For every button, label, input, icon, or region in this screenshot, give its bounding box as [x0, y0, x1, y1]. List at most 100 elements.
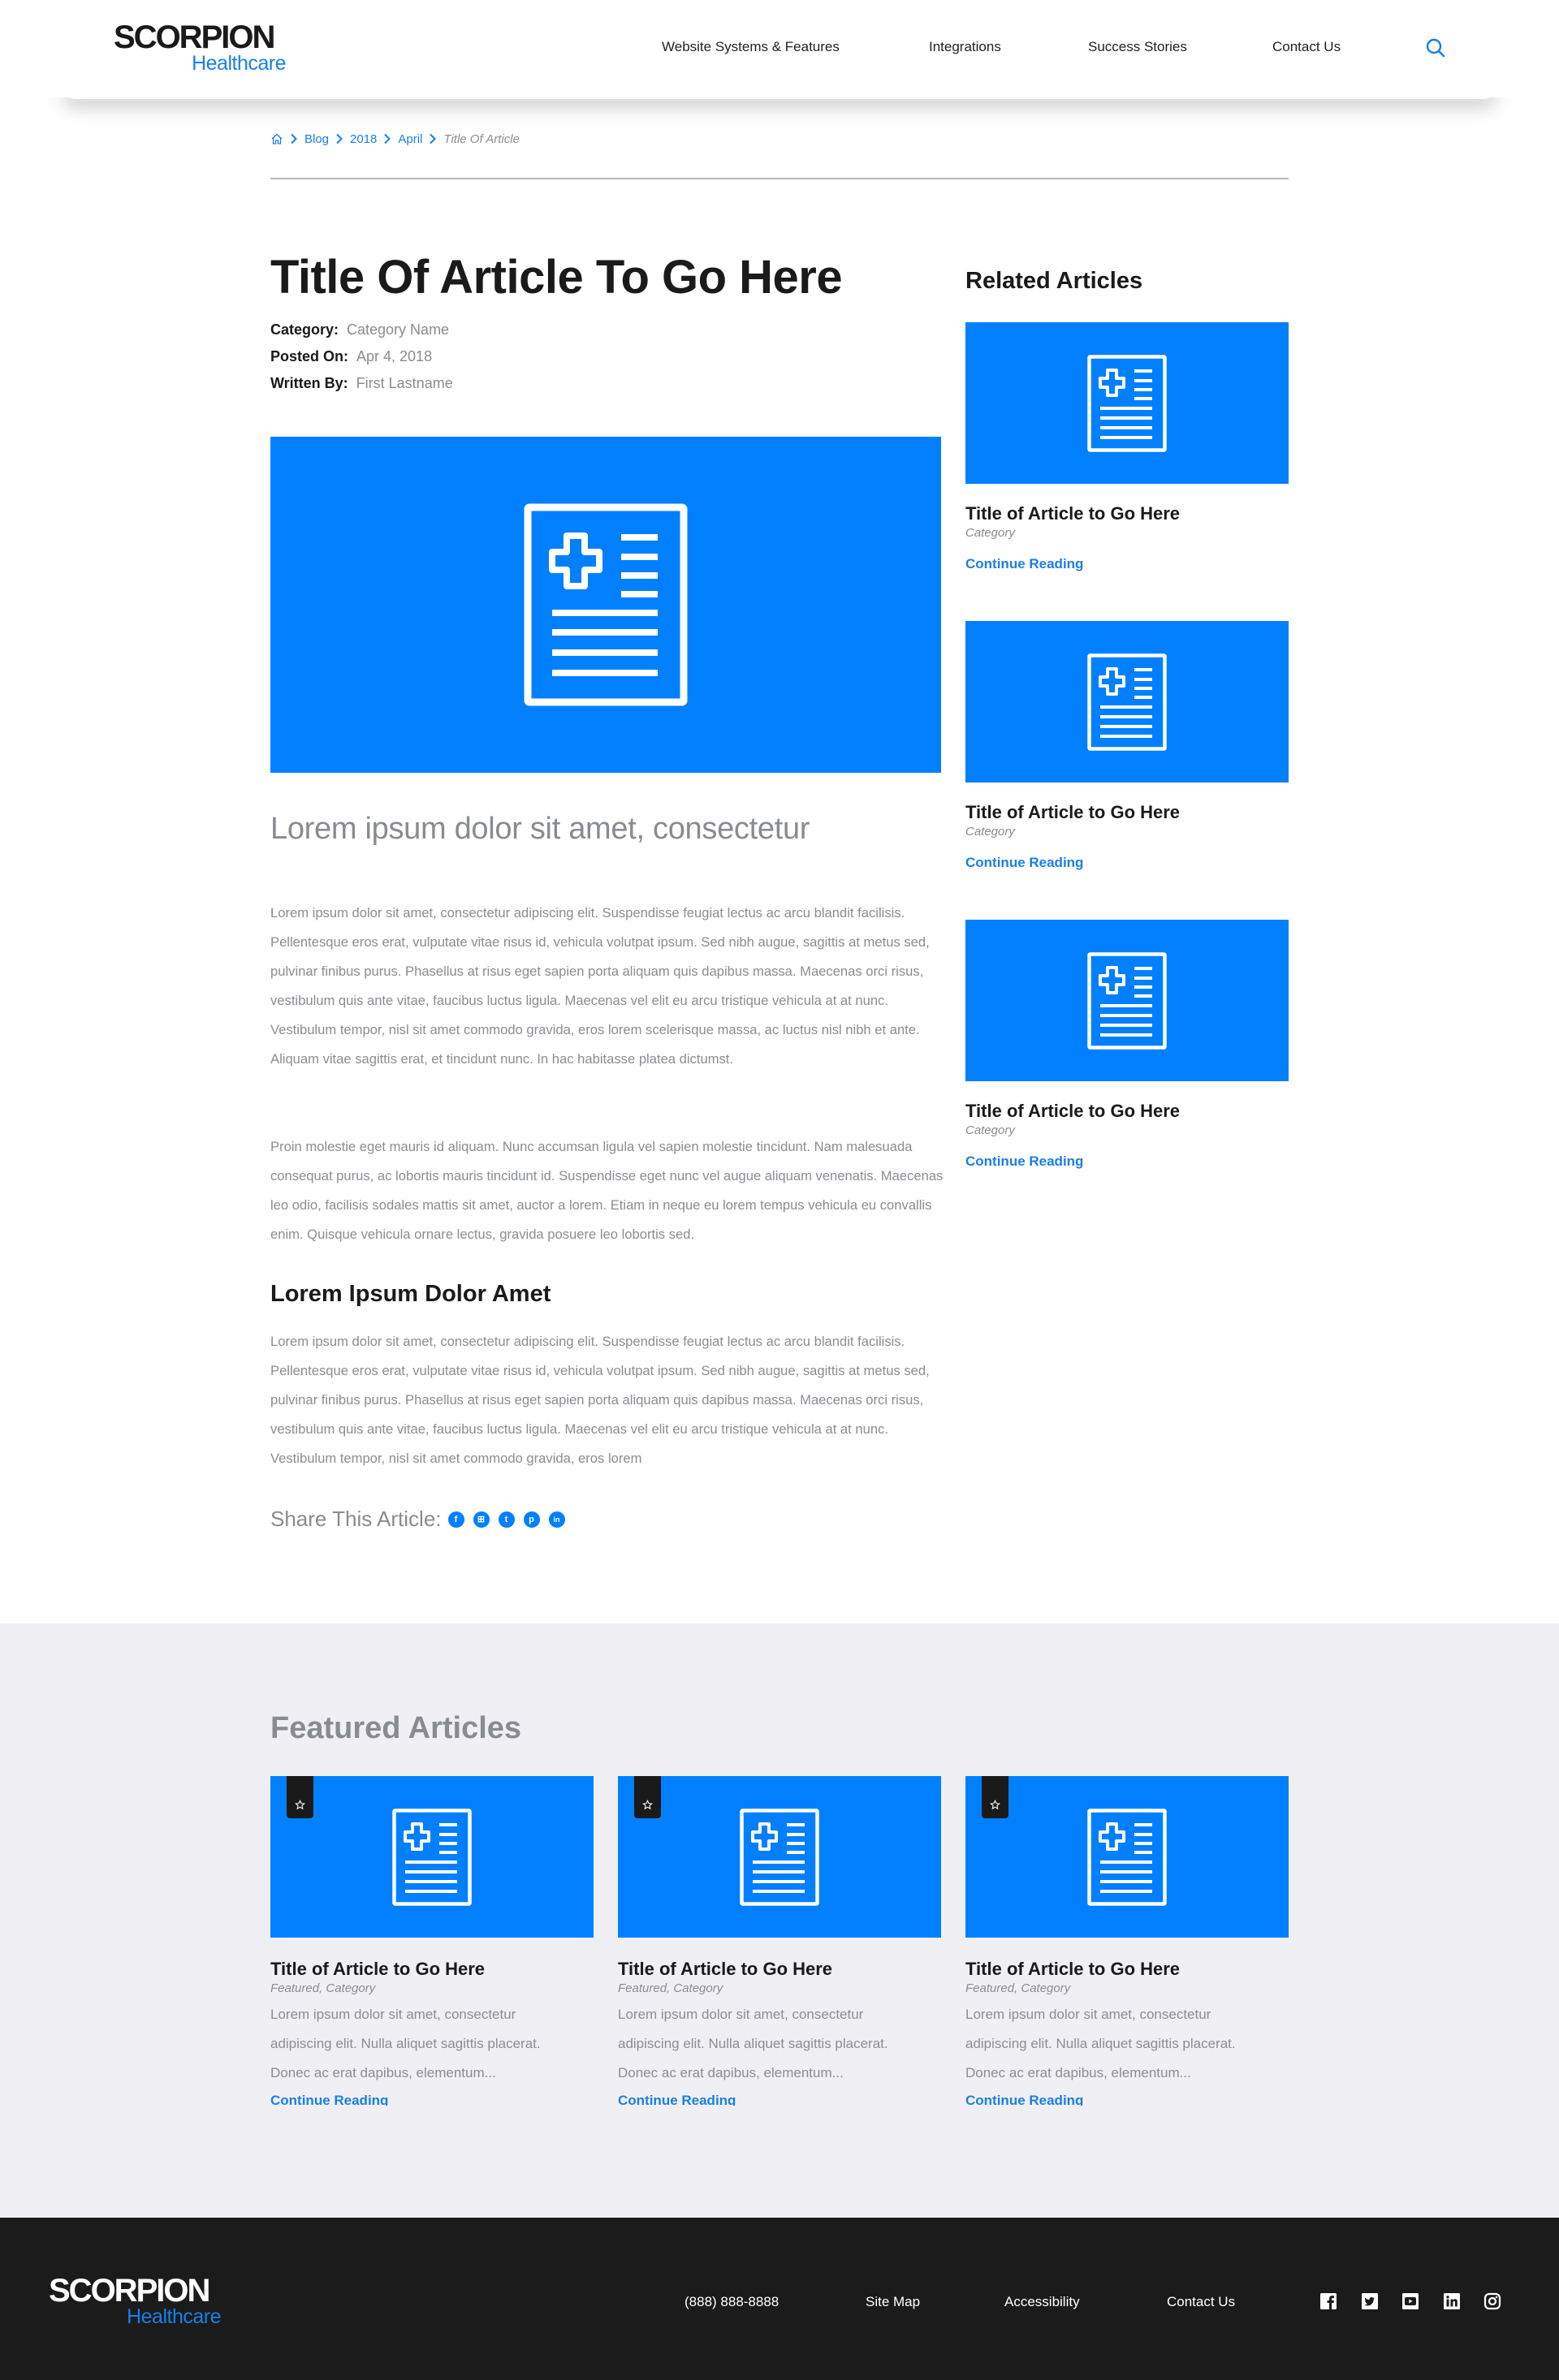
share-twitter-icon[interactable]: t: [498, 1511, 515, 1528]
meta-author: Written By: First Lastname: [270, 375, 453, 392]
featured-article-card: Title of Article to Go Here Featured, Ca…: [618, 1776, 941, 2110]
continue-reading-link[interactable]: Continue Reading: [965, 2091, 1083, 2106]
featured-badge: [287, 1776, 313, 1818]
related-article-category: Category: [965, 1123, 1015, 1137]
featured-article-category: Featured, Category: [270, 1981, 376, 1995]
related-article-card: Title of Article to Go Here Category Con…: [965, 920, 1289, 1170]
related-article-thumbnail[interactable]: [965, 322, 1289, 484]
article-paragraph: Lorem ipsum dolor sit amet, consectetur …: [270, 1334, 930, 1466]
footer-site-map-link[interactable]: Site Map: [866, 2294, 920, 2310]
chevron-right-icon: [384, 133, 391, 144]
breadcrumb-year[interactable]: 2018: [350, 132, 377, 146]
medical-document-icon: [740, 1809, 819, 1906]
continue-reading-link[interactable]: Continue Reading: [618, 2091, 736, 2106]
footer-accessibility-link[interactable]: Accessibility: [1004, 2294, 1080, 2310]
breadcrumb-blog[interactable]: Blog: [304, 132, 329, 146]
share-linkedin-icon[interactable]: in: [548, 1511, 565, 1528]
medical-document-icon: [1087, 952, 1167, 1050]
continue-reading-link[interactable]: Continue Reading: [965, 855, 1083, 871]
chevron-right-icon: [430, 133, 437, 144]
featured-article-category: Featured, Category: [618, 1981, 723, 1995]
meta-value: Apr 4, 2018: [356, 348, 433, 364]
nav-website-systems[interactable]: Website Systems & Features: [662, 39, 840, 55]
nav-integrations[interactable]: Integrations: [929, 39, 1001, 55]
footer-contact-link[interactable]: Contact Us: [1167, 2294, 1235, 2310]
star-icon: [642, 1800, 653, 1810]
chevron-right-icon: [291, 133, 297, 144]
related-article-thumbnail[interactable]: [965, 621, 1289, 783]
featured-article-card: Title of Article to Go Here Featured, Ca…: [270, 1776, 594, 2110]
meta-value: Category Name: [347, 321, 450, 338]
related-article-title[interactable]: Title of Article to Go Here: [965, 1101, 1289, 1122]
medical-document-icon: [392, 1809, 472, 1906]
featured-article-thumbnail[interactable]: [270, 1776, 594, 1938]
featured-article-excerpt: Lorem ipsum dolor sit amet, consectetur …: [270, 2007, 541, 2080]
star-icon: [990, 1800, 1000, 1810]
search-icon[interactable]: [1425, 37, 1446, 58]
divider: [270, 178, 1289, 179]
share-facebook-icon[interactable]: f: [447, 1511, 464, 1528]
related-article-card: Title of Article to Go Here Category Con…: [965, 322, 1289, 572]
main-nav: Website Systems & Features Integrations …: [0, 39, 1559, 58]
featured-article-thumbnail[interactable]: [618, 1776, 941, 1938]
featured-badge: [634, 1776, 661, 1818]
site-header: SCORPION Healthcare Website Systems & Fe…: [0, 0, 1559, 97]
meta-category: Category: Category Name: [270, 321, 449, 338]
nav-success-stories[interactable]: Success Stories: [1088, 39, 1187, 55]
star-icon: [295, 1800, 305, 1810]
facebook-icon[interactable]: [1319, 2292, 1337, 2310]
continue-reading-link[interactable]: Continue Reading: [965, 556, 1083, 572]
breadcrumb: Blog 2018 April Title Of Article: [270, 130, 520, 148]
medical-document-icon: [1087, 653, 1167, 751]
featured-article-excerpt: Lorem ipsum dolor sit amet, consectetur …: [618, 2007, 888, 2080]
featured-articles-title: Featured Articles: [270, 1711, 522, 1745]
twitter-icon[interactable]: [1361, 2292, 1379, 2310]
breadcrumb-current: Title Of Article: [443, 132, 520, 146]
featured-article-thumbnail[interactable]: [965, 1776, 1289, 1938]
meta-label: Posted On:: [270, 348, 349, 364]
featured-article-excerpt: Lorem ipsum dolor sit amet, consectetur …: [965, 2007, 1236, 2080]
footer-logo[interactable]: SCORPION Healthcare: [49, 2273, 222, 2328]
featured-article-title[interactable]: Title of Article to Go Here: [270, 1959, 594, 1980]
featured-article-category: Featured, Category: [965, 1981, 1071, 1995]
nav-contact-us[interactable]: Contact Us: [1272, 39, 1341, 55]
related-article-thumbnail[interactable]: [965, 920, 1289, 1081]
continue-reading-link[interactable]: Continue Reading: [270, 2091, 388, 2106]
featured-article-title[interactable]: Title of Article to Go Here: [618, 1959, 941, 1980]
meta-posted-on: Posted On: Apr 4, 2018: [270, 348, 432, 365]
meta-label: Written By:: [270, 375, 348, 391]
medical-document-icon: [1087, 1809, 1167, 1906]
meta-value: First Lastname: [356, 375, 453, 391]
related-article-title[interactable]: Title of Article to Go Here: [965, 802, 1289, 823]
medical-document-icon: [1087, 355, 1167, 452]
article-subheading: Lorem Ipsum Dolor Amet: [270, 1281, 551, 1307]
article-paragraph: Lorem ipsum dolor sit amet, consectetur …: [270, 905, 930, 1067]
breadcrumb-month[interactable]: April: [398, 132, 422, 146]
related-article-category: Category: [965, 526, 1015, 540]
featured-article-title[interactable]: Title of Article to Go Here: [965, 1959, 1289, 1980]
linkedin-icon[interactable]: [1443, 2292, 1461, 2310]
medical-document-icon: [524, 503, 688, 706]
hero-image: [270, 437, 941, 773]
article-title: Title Of Article To Go Here: [270, 251, 843, 304]
share-label: Share This Article:: [270, 1507, 442, 1531]
related-article-category: Category: [965, 825, 1015, 839]
share-google-my-business-icon[interactable]: ⊞: [473, 1511, 490, 1528]
continue-reading-link[interactable]: Continue Reading: [965, 1153, 1083, 1170]
youtube-icon[interactable]: [1401, 2292, 1419, 2310]
related-articles-title: Related Articles: [965, 268, 1143, 294]
footer-phone-link[interactable]: (888) 888-8888: [684, 2294, 779, 2310]
instagram-icon[interactable]: [1483, 2292, 1501, 2310]
share-pinterest-icon[interactable]: p: [523, 1511, 540, 1528]
related-article-title[interactable]: Title of Article to Go Here: [965, 503, 1289, 524]
home-icon[interactable]: [270, 132, 283, 145]
featured-article-card: Title of Article to Go Here Featured, Ca…: [965, 1776, 1289, 2110]
share-bar: Share This Article: f ⊞ t p in: [270, 1507, 574, 1532]
featured-badge: [982, 1776, 1008, 1818]
logo-wordmark: SCORPION: [49, 2273, 210, 2309]
related-article-card: Title of Article to Go Here Category Con…: [965, 621, 1289, 871]
logo-subtitle: Healthcare: [127, 2305, 221, 2328]
chevron-right-icon: [336, 133, 343, 144]
article-lead: Lorem ipsum dolor sit amet, consectetur: [270, 812, 810, 846]
article-paragraph: Proin molestie eget mauris id aliquam. N…: [270, 1139, 944, 1242]
